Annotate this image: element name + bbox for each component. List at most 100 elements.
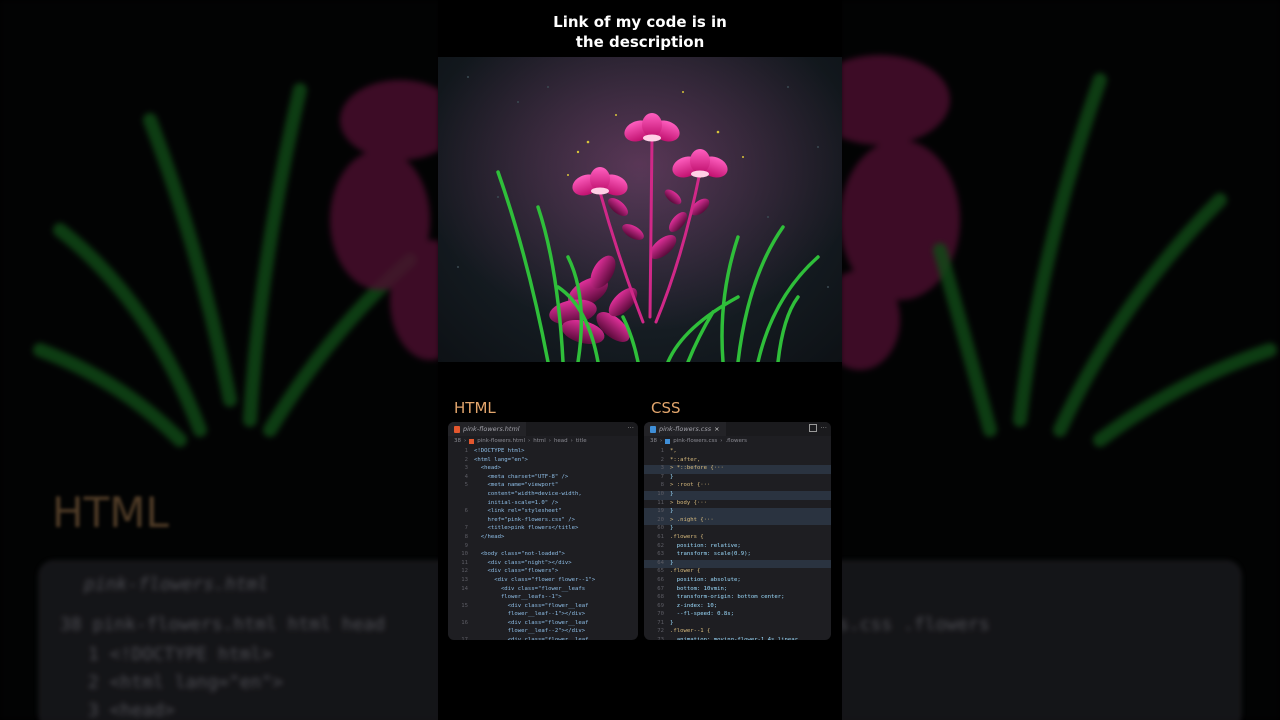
line-number: 66 [657,576,664,583]
more-icon[interactable]: ··· [820,424,827,432]
code-text: > *::before {··· [670,465,724,472]
line-number: 11 [461,559,468,566]
code-line[interactable]: 4 <meta charset="UTF-8" /> [448,474,638,483]
line-number: 16 [461,619,468,626]
code-line[interactable]: flower__leaf--2"></div> [448,628,638,637]
more-icon[interactable]: ··· [627,424,634,432]
code-line[interactable]: 69 z-index: 10; [644,603,831,612]
code-line[interactable]: 61 .flowers { [644,534,831,543]
code-line[interactable]: 14 <div class="flower__leafs [448,586,638,595]
code-line[interactable]: 1 *, [644,448,831,457]
code-line[interactable]: initial-scale=1.0" /> [448,500,638,509]
breadcrumb-title[interactable]: title [576,438,587,444]
css3-icon [650,425,656,433]
code-line[interactable]: 20 > .night {··· [644,516,831,526]
code-line[interactable]: 8 </head> [448,534,638,543]
code-line[interactable]: content="width=device-width, [448,491,638,500]
code-line[interactable]: 70 --fl-speed: 0.8s; [644,611,831,620]
code-text: } [670,525,674,532]
code-line[interactable]: 62 position: relative; [644,543,831,552]
code-line[interactable]: 2 *::after, [644,457,831,466]
html-file-tab-label: pink-flowers.html [463,425,520,433]
css3-icon [665,438,671,444]
code-text: > .night {··· [670,516,714,523]
code-line[interactable]: 65 .flower { [644,568,831,577]
code-line[interactable]: 2 <html lang="en"> [448,457,638,466]
code-line[interactable]: 60} [644,525,831,534]
line-number: 9 [464,542,468,549]
code-text: animation: moving-flower-1 4s linear [670,637,798,640]
code-line[interactable]: flower__leaf--1"></div> [448,611,638,620]
line-number: 65 [657,568,664,575]
code-text: .flowers { [670,533,704,540]
blurred-breadcrumb: 38 pink-flowers.html html head [60,614,386,635]
code-text: initial-scale=1.0" /> [474,499,559,506]
html5-icon [454,425,460,433]
code-line[interactable]: 63 transform: scale(0.9); [644,551,831,560]
code-line[interactable]: 68 transform-origin: bottom center; [644,594,831,603]
code-text: } [670,490,674,497]
split-editor-icon[interactable] [809,424,817,432]
code-text: } [670,619,674,626]
code-line[interactable]: 15 <div class="flower__leaf [448,603,638,612]
code-line[interactable]: 11 > body {··· [644,500,831,509]
code-line[interactable]: 16 <div class="flower__leaf [448,620,638,629]
breadcrumb-head[interactable]: head [554,438,568,444]
code-line[interactable]: 7} [644,474,831,483]
line-number: 70 [657,611,664,618]
line-number: 5 [464,482,468,489]
breadcrumb-file[interactable]: pink-flowers.css [673,438,717,444]
code-text: flower__leafs--1"> [474,594,562,601]
code-line[interactable]: 10} [644,490,831,500]
code-line[interactable]: 66 position: absolute; [644,577,831,586]
breadcrumb-html[interactable]: html [533,438,546,444]
line-number: 4 [464,473,468,480]
code-line[interactable]: flower__leafs--1"> [448,594,638,603]
code-line[interactable]: 19} [644,508,831,517]
code-line[interactable]: 12 <div class="flowers"> [448,568,638,577]
code-line[interactable]: 72 .flower--1 { [644,628,831,637]
line-number: 69 [657,602,664,609]
code-line[interactable]: 71} [644,620,831,629]
chevron-right-icon: › [660,438,663,444]
code-line[interactable]: 7 <title>pink flowers</title> [448,525,638,534]
code-text: <meta charset="UTF-8" /> [474,473,569,480]
html-file-tab[interactable]: pink-flowers.html [448,422,526,436]
breadcrumb-selector[interactable]: .flowers [725,438,747,444]
html-code-area[interactable]: 1 <!DOCTYPE html> 2 <html lang="en"> 3 <head… [448,446,638,640]
code-line[interactable]: 1 <!DOCTYPE html> [448,448,638,457]
css-file-tab[interactable]: pink-flowers.css × [644,422,726,436]
code-line[interactable]: 3 <head> [448,465,638,474]
code-text: position: absolute; [670,576,741,583]
html-heading: HTML [454,399,496,417]
css-code-area[interactable]: 1 *, 2 *::after, 3 > *::before {··· 7} 8 > :root… [644,446,831,640]
line-number: 3 [464,465,468,472]
code-line[interactable]: 5 <meta name="viewport" [448,482,638,491]
code-line[interactable]: 67 bottom: 10vmin; [644,586,831,595]
code-line[interactable]: 17 <div class="flower__leaf [448,637,638,640]
code-text: <html lang="en"> [474,456,528,463]
code-text: *::after, [670,456,701,463]
code-text: <link rel="stylesheet" [474,508,562,515]
code-line[interactable]: 11 <div class="night"></div> [448,560,638,569]
code-line[interactable]: 10 <body class="not-loaded"> [448,551,638,560]
code-line[interactable]: 64} [644,559,831,569]
code-line[interactable]: 3 > *::before {··· [644,465,831,474]
close-icon[interactable]: × [714,425,719,433]
blurred-code-line: 2 <html lang="en"> [88,672,284,693]
code-text: transform: scale(0.9); [670,551,751,558]
breadcrumb-file[interactable]: pink-flowers.html [477,438,525,444]
code-line[interactable]: 9 [448,543,638,552]
breadcrumb-number: 38 [454,438,461,444]
code-text: flower__leaf--2"></div> [474,628,586,635]
code-line[interactable]: 73 animation: moving-flower-1 4s linear [644,637,831,640]
code-line[interactable]: href="pink-flowers.css" /> [448,517,638,526]
line-number: 14 [461,585,468,592]
line-number [448,500,474,509]
code-text: > body {··· [670,499,708,506]
line-number [448,611,474,620]
code-line[interactable]: 6 <link rel="stylesheet" [448,508,638,517]
code-line[interactable]: 8 > :root {··· [644,482,831,491]
code-line[interactable]: 13 <div class="flower flower--1"> [448,577,638,586]
video-frame: Link of my code is in the description HT… [438,0,842,720]
